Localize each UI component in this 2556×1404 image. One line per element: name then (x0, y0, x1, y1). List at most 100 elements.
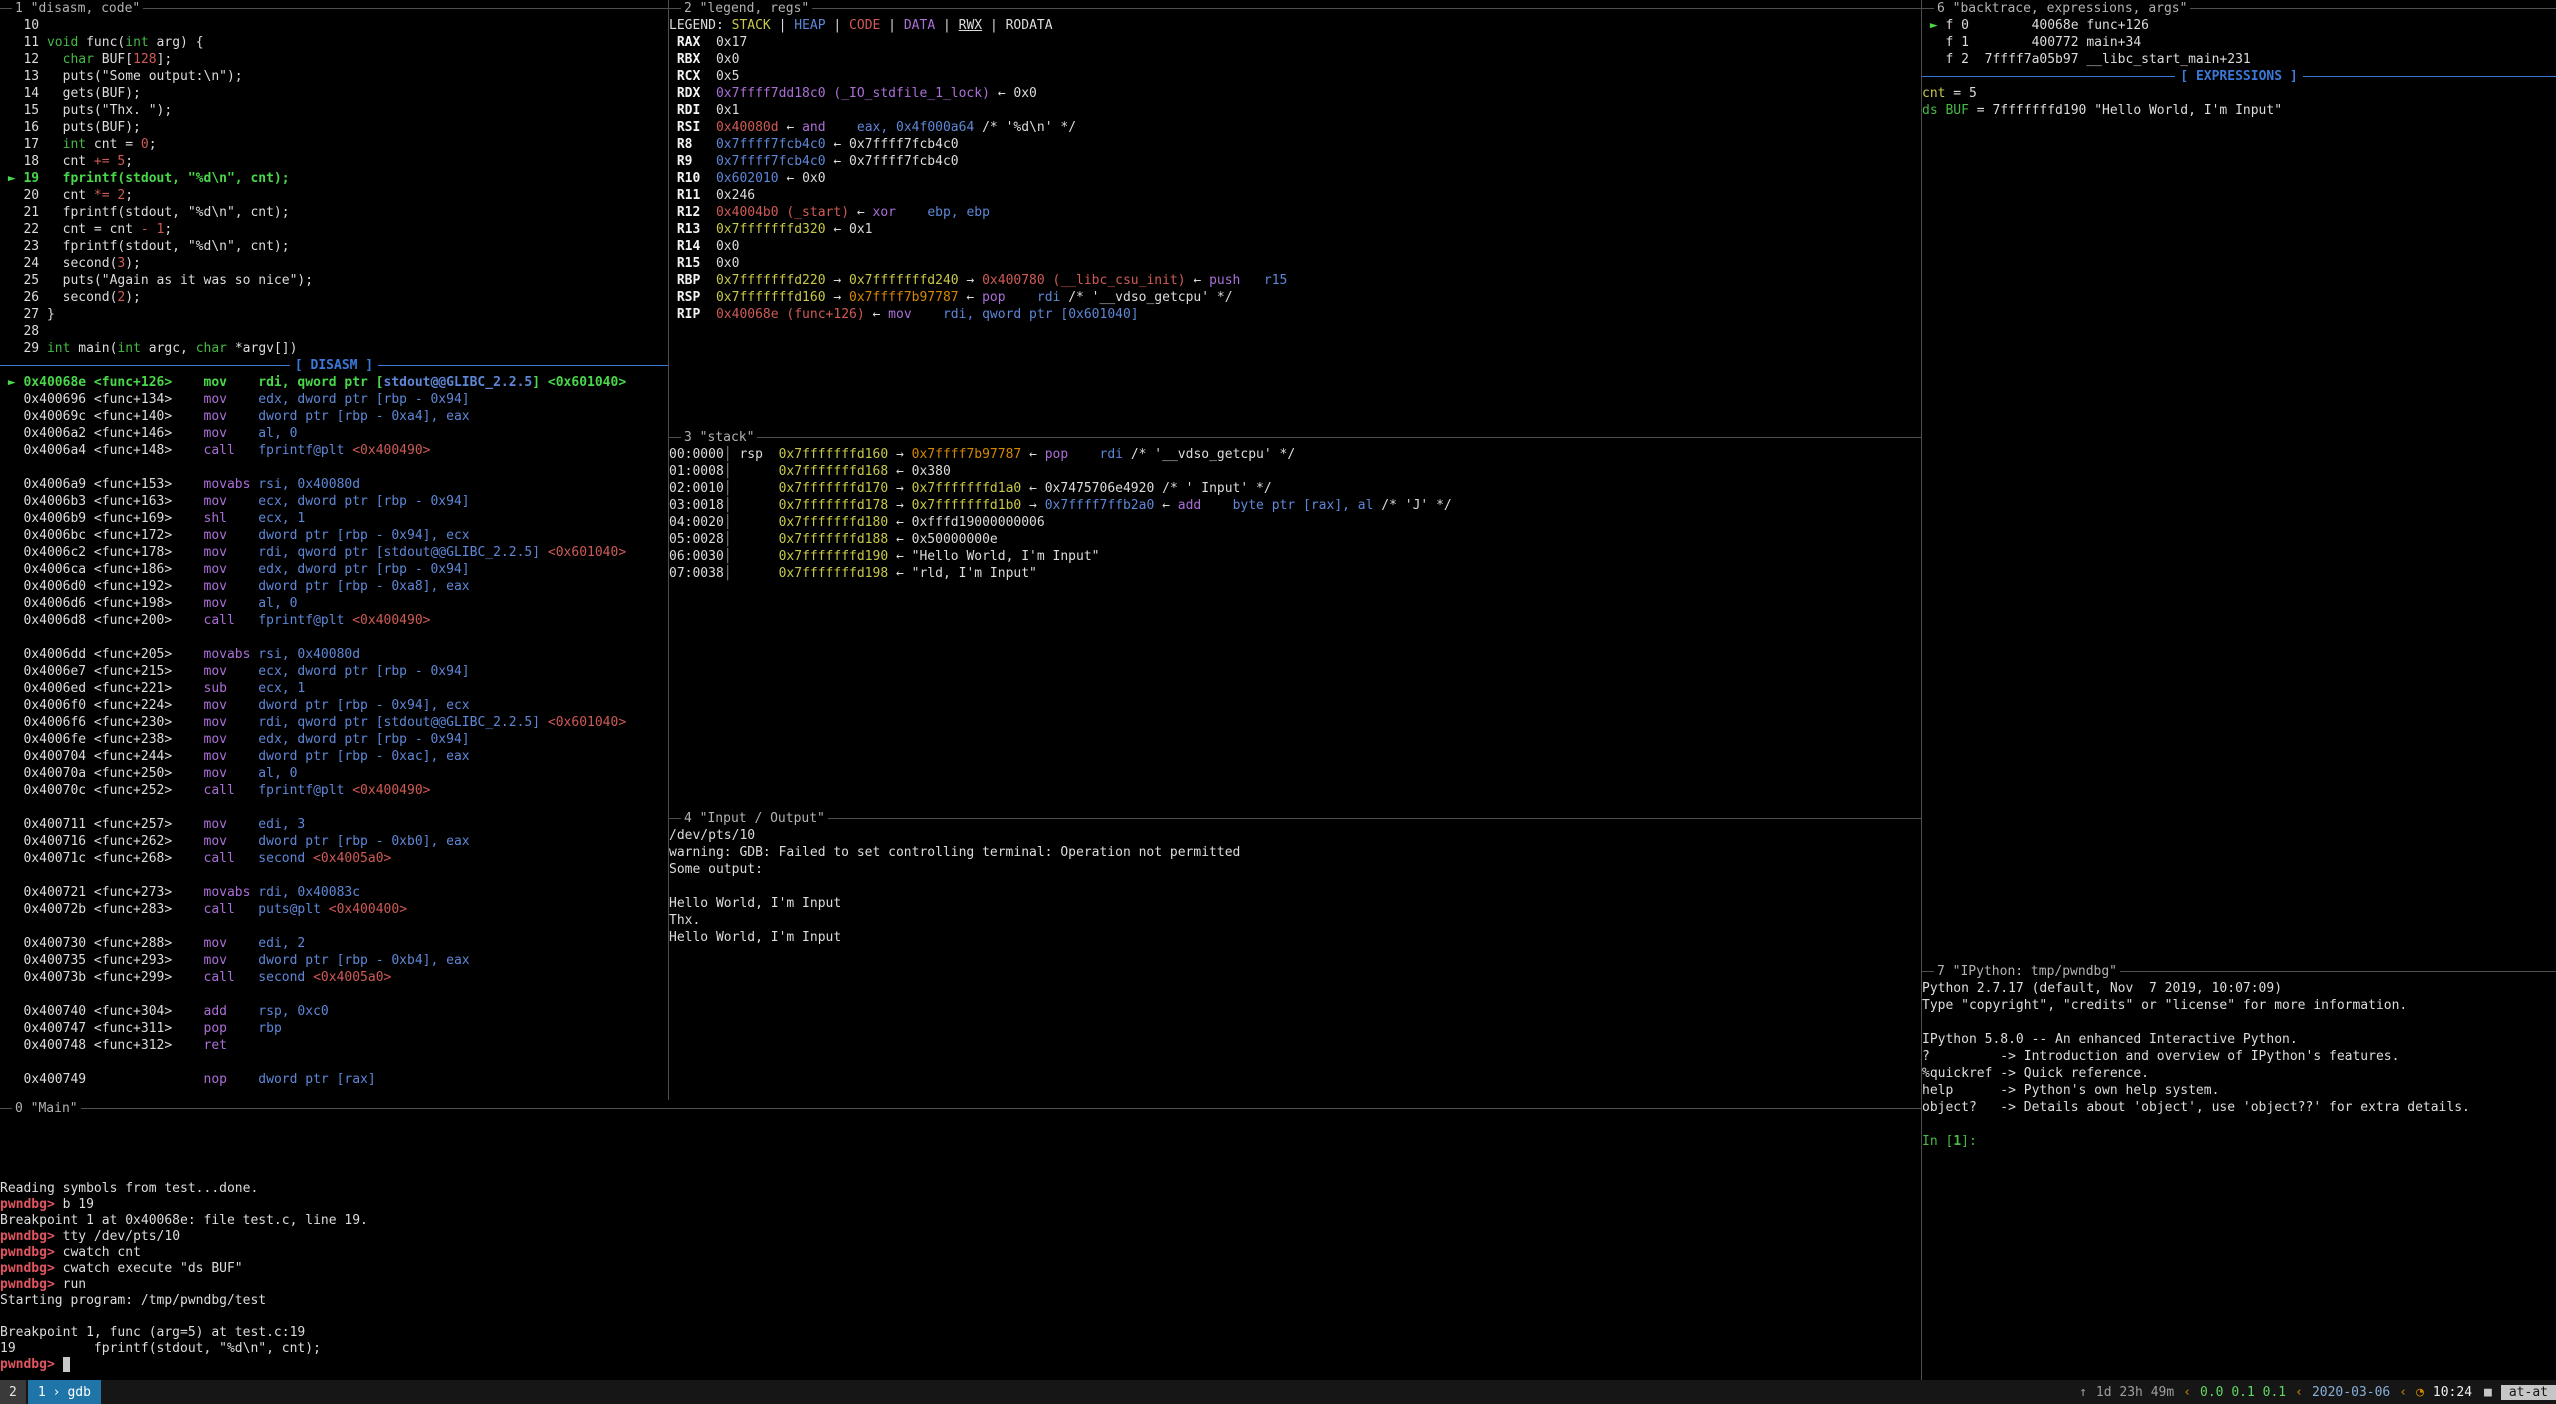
text-segment: eax, 0x4f000a64 (857, 120, 974, 135)
text-segment: RSI (669, 120, 716, 135)
pane-backtrace-expressions[interactable]: 6 "backtrace, expressions, args" ► f 0 4… (1922, 0, 2556, 963)
text-segment: R12 (669, 205, 716, 220)
text-segment: pwndbg> (0, 1245, 63, 1260)
separator-line (378, 365, 668, 366)
terminal-line: 26 second(2); (0, 289, 668, 306)
text-segment: 0x7ffff7fcb4c0 (716, 137, 826, 152)
text-segment: rsi, 0x40080d (258, 647, 360, 662)
pane-ipython[interactable]: 7 "IPython: tmp/pwndbg" Python 2.7.17 (d… (1922, 963, 2556, 1380)
text-segment: 14 gets(BUF); (0, 86, 141, 101)
text-segment: 0x0 (716, 52, 739, 67)
terminal-line: R9 0x7ffff7fcb4c0 ← 0x7ffff7fcb4c0 (669, 153, 1921, 170)
text-segment: int (117, 341, 140, 356)
pane-legend-regs[interactable]: 2 "legend, regs" LEGEND: STACK | HEAP | … (669, 0, 1921, 429)
terminal-line: 0x400740 <func+304> add rsp, 0xc0 (0, 1003, 668, 1020)
chevron-left-icon: ‹ (2183, 1385, 2191, 1400)
load-average: 0.0 0.1 0.1 (2200, 1385, 2286, 1400)
text-segment: 0x400749 (0, 1072, 204, 1087)
session-indicator[interactable]: 2 (0, 1380, 26, 1404)
text-segment: | (935, 18, 958, 33)
terminal-line: R13 0x7fffffffd320 ← 0x1 (669, 221, 1921, 238)
text-segment: fprintf@plt (258, 613, 352, 628)
text-segment: /* '__vdso_getcpu' */ (1060, 290, 1232, 305)
text-segment: void (47, 35, 78, 50)
text-segment: RBX (669, 52, 716, 67)
terminal-line: 04:0020│ 0x7fffffffd180 ← 0xfffd19000000… (669, 514, 1921, 531)
terminal-line: 28 (0, 323, 668, 340)
disasm-section-separator: [ DISASM ] (0, 357, 668, 374)
text-segment: mov (204, 749, 259, 764)
text-segment: fprintf@plt (258, 443, 352, 458)
terminal-line: 00:0000│ rsp 0x7fffffffd160 → 0x7ffff7b9… (669, 446, 1921, 463)
terminal-line: 0x4006a2 <func+146> mov al, 0 (0, 425, 668, 442)
terminal-line: 0x40072b <func+283> call puts@plt <0x400… (0, 901, 668, 918)
text-segment: R11 (669, 188, 716, 203)
pane-border-dash (1922, 8, 1934, 9)
pane-border-line (2190, 8, 2556, 9)
text-segment: call (204, 613, 259, 628)
pane-input-output[interactable]: 4 "Input / Output" /dev/pts/10warning: G… (669, 810, 1921, 1100)
text-segment: = 5 (1945, 86, 1976, 101)
text-segment: │ (724, 532, 779, 547)
text-segment: RBP (669, 273, 716, 288)
text-segment: dword ptr [rbp - 0x94], ecx (258, 698, 469, 713)
terminal-line: pwndbg> (0, 1357, 1921, 1373)
text-segment: puts@plt (258, 902, 328, 917)
text-segment: 0x0 (716, 256, 739, 271)
text-segment: ← 0x0 (990, 86, 1037, 101)
terminal-line: 12 char BUF[128]; (0, 51, 668, 68)
text-segment: 0x4006b3 <func+163> (0, 494, 204, 509)
terminal-line: Breakpoint 1 at 0x40068e: file test.c, l… (0, 1213, 1921, 1229)
text-segment: pwndbg> (0, 1277, 63, 1292)
pane-main-gdb-console[interactable]: 0 "Main" Reading symbols from test...don… (0, 1100, 1921, 1380)
text-segment: │ (724, 464, 779, 479)
text-segment: al, 0 (258, 426, 297, 441)
terminal-line: 18 cnt += 5; (0, 153, 668, 170)
text-segment: 0x400704 <func+244> (0, 749, 204, 764)
terminal-line (669, 878, 1921, 895)
text-segment: 0x40068e (func+126) (716, 307, 865, 322)
text-segment: rdi (1100, 447, 1123, 462)
text-segment: mov (204, 817, 259, 832)
terminal-line: 0x4006e7 <func+215> mov ecx, dword ptr [… (0, 663, 668, 680)
pane-border-dash (1922, 971, 1934, 972)
terminal-line: IPython 5.8.0 -- An enhanced Interactive… (1922, 1031, 2556, 1048)
text-segment: 0x7fffffffd1b0 (912, 498, 1022, 513)
terminal-line (0, 629, 668, 646)
terminal-line: 0x400748 <func+312> ret (0, 1037, 668, 1054)
terminal-line: pwndbg> b 19 (0, 1197, 1921, 1213)
text-segment: arg) { (149, 35, 204, 50)
text-segment: 0x4006a2 <func+146> (0, 426, 204, 441)
text-segment: 0x400780 (__libc_csu_init) (982, 273, 1186, 288)
text-segment: mov (204, 936, 259, 951)
text-segment: 0x40073b <func+299> (0, 970, 204, 985)
pane-border-ipython: 7 "IPython: tmp/pwndbg" (1922, 963, 2556, 980)
source-code-listing: 10 11 void func(int arg) { 12 char BUF[1… (0, 17, 668, 357)
terminal-line: f 1 400772 main+34 (1922, 34, 2556, 51)
terminal-line: 01:0008│ 0x7fffffffd168 ← 0x380 (669, 463, 1921, 480)
text-segment: f 1 400772 main+34 (1922, 35, 2141, 50)
text-segment: 0x4006dd <func+205> (0, 647, 204, 662)
pane-title-ipython: 7 "IPython: tmp/pwndbg" (1934, 964, 2120, 979)
text-segment: argc, (141, 341, 196, 356)
terminal-line: RDI 0x1 (669, 102, 1921, 119)
pane-stack[interactable]: 3 "stack" 00:0000│ rsp 0x7fffffffd160 → … (669, 429, 1921, 810)
text-segment: += 5 (94, 154, 125, 169)
pane-disasm-code[interactable]: 1 "disasm, code" 10 11 void func(int arg… (0, 0, 668, 1100)
window-tab-gdb[interactable]: 1 › gdb (28, 1380, 101, 1404)
text-segment: f 0 40068e func+126 (1945, 18, 2149, 33)
text-segment: second (258, 851, 313, 866)
text-segment: mov (204, 528, 259, 543)
terminal-line (0, 459, 668, 476)
terminal-line: /dev/pts/10 (669, 827, 1921, 844)
terminal-line: cnt = 5 (1922, 85, 2556, 102)
text-segment: 26 second( (0, 290, 117, 305)
text-segment: <0x601040> (548, 715, 626, 730)
terminal-line: 27 } (0, 306, 668, 323)
pane-border-dash (669, 818, 681, 819)
text-segment: call (204, 783, 259, 798)
clock-icon: ◔ (2416, 1385, 2424, 1400)
pane-title-input-output: 4 "Input / Output" (681, 811, 828, 826)
middle-column: 2 "legend, regs" LEGEND: STACK | HEAP | … (668, 0, 1921, 1100)
terminal-line (0, 799, 668, 816)
